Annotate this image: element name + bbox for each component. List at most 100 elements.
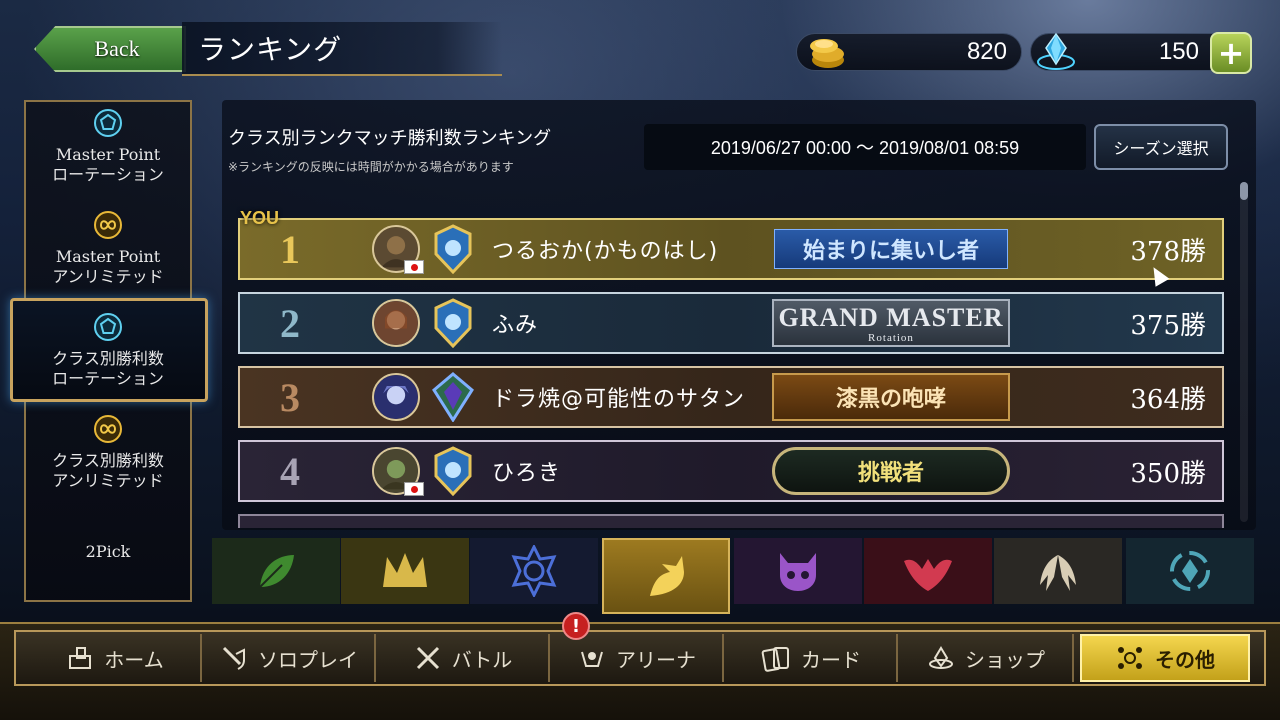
player-emblem-icon xyxy=(434,446,472,496)
portal-icon xyxy=(1170,551,1210,591)
nav-other-button[interactable]: その他 xyxy=(1080,634,1250,682)
back-button[interactable]: Back xyxy=(34,26,186,72)
sidebar-item-master-point-rotation[interactable]: Master Point ローテーション xyxy=(28,108,188,185)
infinity-icon xyxy=(94,211,122,239)
class-tab-havencraft[interactable] xyxy=(994,538,1122,604)
player-emblem-icon xyxy=(434,298,472,348)
nav-label: カード xyxy=(801,647,861,672)
crown-icon xyxy=(383,553,427,587)
sidebar-item-class-wins-rotation[interactable]: クラス別勝利数 ローテーション xyxy=(28,312,188,389)
ranking-title: クラス別ランクマッチ勝利数ランキング xyxy=(228,128,552,149)
page-title: ランキング xyxy=(198,33,343,66)
sidebar-item-label: クラス別勝利数 xyxy=(52,451,164,470)
nav-label: ホーム xyxy=(104,647,164,672)
ranking-row-5-partial[interactable] xyxy=(238,514,1224,528)
nav-label: ソロプレイ xyxy=(258,647,358,672)
rank-number: 1 xyxy=(280,226,300,272)
sidebar-item-sublabel: アンリミテッド xyxy=(52,471,164,490)
class-tab-forestcraft[interactable] xyxy=(212,538,340,604)
player-name: つるおか(かものはし) xyxy=(492,239,719,264)
sidebar-item-2pick[interactable]: 2Pick xyxy=(28,542,188,562)
player-emblem-icon xyxy=(434,224,472,274)
other-icon xyxy=(1118,647,1142,669)
dragon-icon xyxy=(650,556,684,596)
crystal-amount: 150 xyxy=(1158,38,1199,65)
season-select-button[interactable]: シーズン選択 xyxy=(1094,124,1228,170)
ranking-row-3[interactable]: 3 ドラ焼@可能性のサタン 漆黒の咆哮 364勝 xyxy=(238,366,1224,428)
player-avatar xyxy=(372,373,420,421)
pentagon-icon xyxy=(94,313,122,341)
title-badge-label: GRAND MASTER xyxy=(778,302,1004,332)
gold-coins-icon xyxy=(810,39,844,68)
scrollbar-thumb[interactable] xyxy=(1240,182,1248,200)
nav-arena-button[interactable]: アリーナ xyxy=(552,634,724,682)
rank-number: 3 xyxy=(280,374,300,420)
leaf-icon xyxy=(259,555,294,588)
player-name: ひろき xyxy=(492,461,562,486)
japan-flag-icon xyxy=(404,482,424,496)
ranking-row-2[interactable]: 2 ふみ GRAND MASTER Rotation 375勝 xyxy=(238,292,1224,354)
player-emblem-icon xyxy=(432,372,474,422)
pentagon-icon xyxy=(94,109,122,137)
title-badge: GRAND MASTER Rotation xyxy=(772,299,1010,347)
nav-solo-play-button[interactable]: ソロプレイ xyxy=(204,634,376,682)
shop-icon xyxy=(929,646,953,669)
class-tab-swordcraft[interactable] xyxy=(341,538,469,604)
player-name: ドラ焼@可能性のサタン xyxy=(492,387,746,412)
nav-label: その他 xyxy=(1155,647,1215,672)
nav-shop-button[interactable]: ショップ xyxy=(900,634,1074,682)
win-count: 364勝 xyxy=(1130,384,1206,415)
arena-icon xyxy=(581,651,603,667)
sword-shield-icon xyxy=(222,646,245,670)
win-count: 350勝 xyxy=(1130,458,1206,489)
infinity-icon xyxy=(94,415,122,443)
season-date-range: 2019/06/27 00:00 〜 2019/08/01 08:59 xyxy=(644,124,1086,170)
ranking-row-1[interactable]: 1 つるおか(かものはし) 始まりに集いし者 378勝 xyxy=(238,218,1224,280)
add-crystals-button[interactable]: + xyxy=(1210,32,1252,74)
win-count: 378勝 xyxy=(1130,236,1206,267)
win-count: 375勝 xyxy=(1130,310,1206,341)
bat-icon xyxy=(904,559,952,591)
home-icon xyxy=(69,647,92,669)
class-tab-shadowcraft[interactable] xyxy=(734,538,862,604)
cards-icon xyxy=(761,647,789,672)
sidebar-item-master-point-unlimited[interactable]: Master Point アンリミテッド xyxy=(28,210,188,287)
title-badge: 漆黒の咆哮 xyxy=(772,373,1010,421)
sidebar-item-sublabel: ローテーション xyxy=(52,369,164,388)
class-tab-runecraft[interactable] xyxy=(470,538,598,604)
nav-home-button[interactable]: ホーム xyxy=(30,634,202,682)
class-tab-portalcraft[interactable] xyxy=(1126,538,1254,604)
you-label: YOU xyxy=(240,208,280,228)
sidebar-item-label: クラス別勝利数 xyxy=(52,349,164,368)
rank-number: 4 xyxy=(280,448,300,494)
crystal-icon xyxy=(1037,32,1075,70)
class-tab-dragoncraft[interactable] xyxy=(602,538,730,614)
player-avatar xyxy=(372,299,420,347)
nav-cards-button[interactable]: カード xyxy=(726,634,898,682)
sidebar-item-sublabel: アンリミテッド xyxy=(52,267,164,286)
ranking-row-4[interactable]: 4 ひろき 挑戦者 350勝 xyxy=(238,440,1224,502)
class-tab-bloodcraft[interactable] xyxy=(864,538,992,604)
arena-notification-badge: ! xyxy=(562,612,590,640)
rune-star-icon xyxy=(511,545,557,597)
crossed-swords-icon xyxy=(416,646,439,670)
sidebar-item-label: 2Pick xyxy=(85,542,131,561)
player-name: ふみ xyxy=(492,313,539,338)
gold-amount: 820 xyxy=(966,38,1007,65)
ranking-scrollbar[interactable] xyxy=(1240,182,1248,522)
sidebar-item-sublabel: ローテーション xyxy=(52,165,164,184)
skull-icon xyxy=(780,553,816,591)
nav-label: ショップ xyxy=(965,647,1045,672)
sidebar-item-label: Master Point xyxy=(55,145,161,164)
wings-icon xyxy=(1040,555,1076,591)
nav-label: アリーナ xyxy=(616,647,696,672)
sidebar-item-class-wins-unlimited[interactable]: クラス別勝利数 アンリミテッド xyxy=(28,414,188,491)
nav-battle-button[interactable]: バトル xyxy=(378,634,550,682)
rank-number: 2 xyxy=(280,300,300,346)
title-badge: 挑戦者 xyxy=(772,447,1010,495)
japan-flag-icon xyxy=(404,260,424,274)
ranking-note: ※ランキングの反映には時間がかかる場合があります xyxy=(228,160,514,174)
sidebar-item-label: Master Point xyxy=(55,247,161,266)
title-badge-sublabel: Rotation xyxy=(868,331,914,344)
nav-label: バトル xyxy=(451,647,513,672)
